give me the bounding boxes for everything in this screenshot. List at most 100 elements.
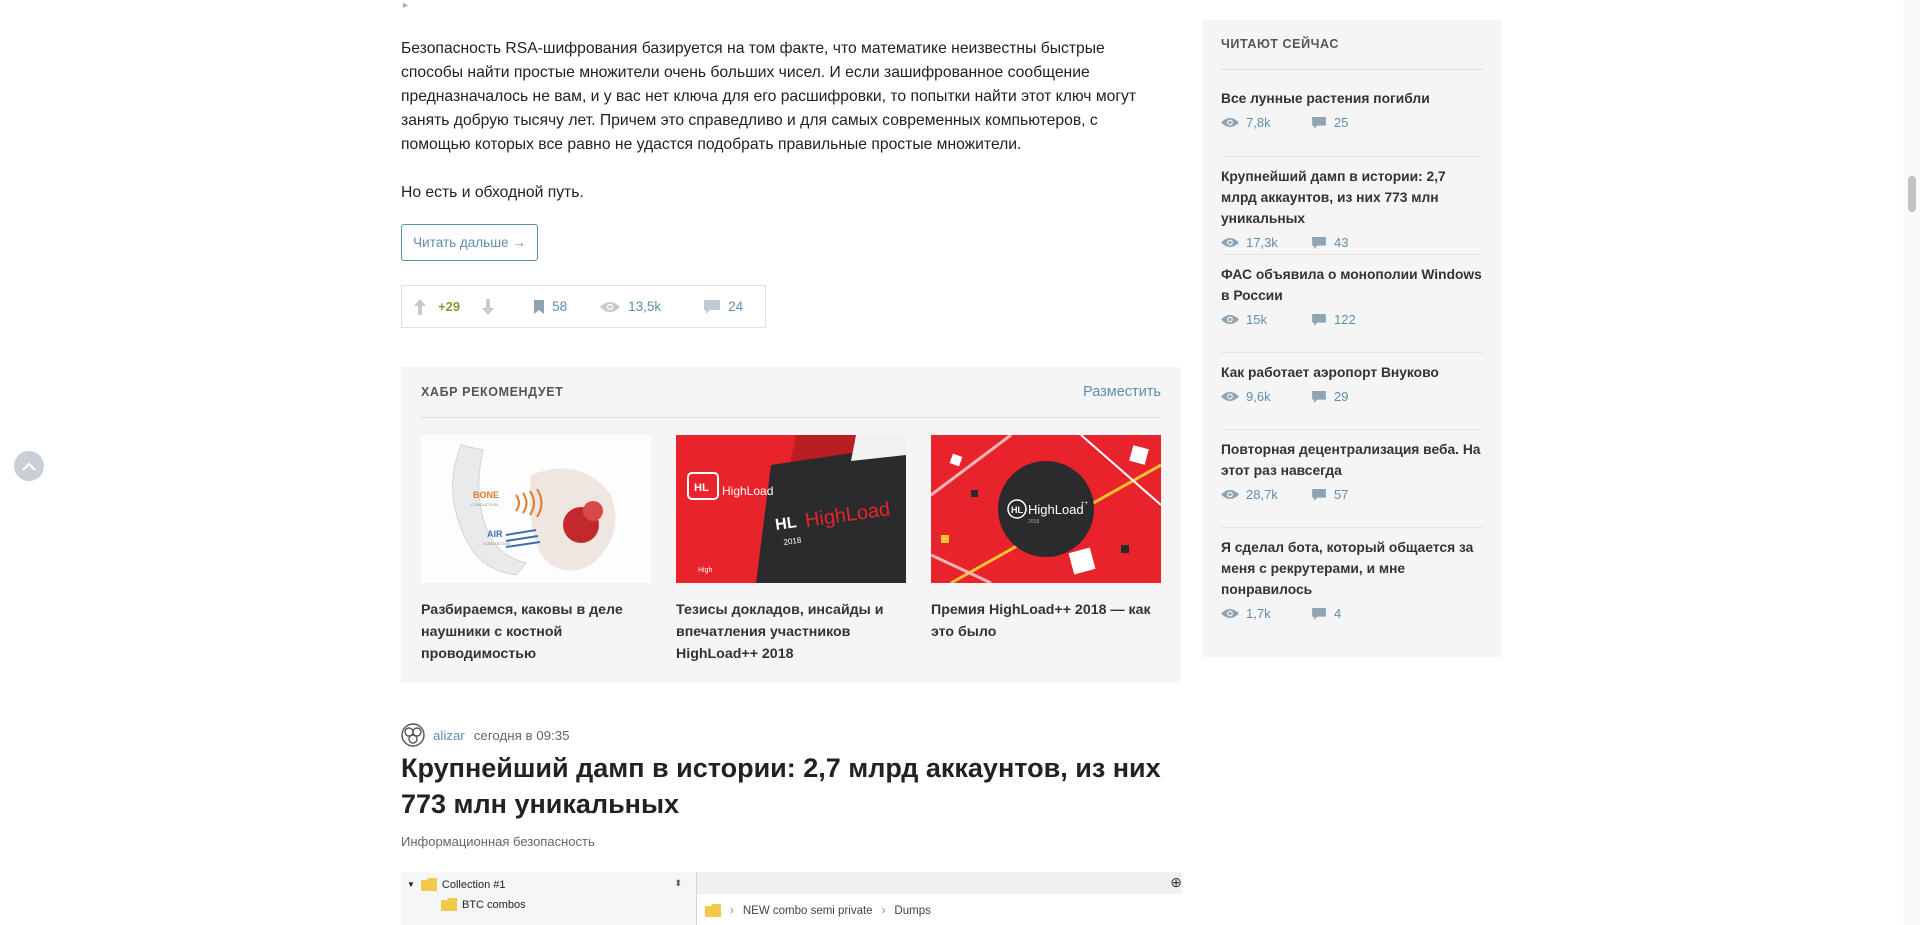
recommend-card[interactable]: HL HighLoad HL HighLoad 2018 High Тезисы…: [676, 435, 906, 665]
scrollbar-thumb[interactable]: [1908, 176, 1916, 212]
path-pane: ⊕ › NEW combo semi private › Dumps: [697, 872, 1182, 925]
sidebar-post-item[interactable]: Крупнейший дамп в истории: 2,7 млрд акка…: [1221, 166, 1483, 250]
post-paragraph: Безопасность RSA-шифрования базируется н…: [401, 40, 1137, 153]
image-caption: HighLoad: [722, 484, 773, 498]
post-author-meta: alizar сегодня в 09:35: [401, 723, 570, 747]
avatar[interactable]: [401, 723, 425, 747]
highload-logo-graphic[interactable]: HL HighLoad ++ 2018: [931, 435, 1161, 583]
post-preview-image[interactable]: ▼ Collection #1 ⬍ BTC combos ⊕ › NEW com…: [401, 872, 1182, 925]
recommend-card-title[interactable]: Разбираемся, каковы в деле наушники с ко…: [421, 599, 651, 665]
divider: [1221, 254, 1483, 255]
recommend-card[interactable]: HL HighLoad ++ 2018 Премия HighLoad++ 20…: [931, 435, 1161, 643]
bone-conduction-headphones-image[interactable]: BONE CONDUCTION AIR CONDUCTION: [421, 435, 651, 583]
recommend-card[interactable]: BONE CONDUCTION AIR CONDUCTION Разбираем…: [421, 435, 651, 665]
image-caption: CONDUCTION: [471, 502, 498, 507]
views-count: 9,6k: [1246, 389, 1271, 404]
divider: [1221, 156, 1483, 157]
sidebar-post-item[interactable]: Все лунные растения погибли 7,8k 25: [1221, 88, 1483, 130]
post-title-link[interactable]: Крупнейший дамп в истории: 2,7 млрд акка…: [401, 750, 1181, 822]
divider: [1221, 527, 1483, 528]
sidebar-post-item[interactable]: Как работает аэропорт Внуково 9,6k 29: [1221, 362, 1483, 404]
hub-link[interactable]: Информационная безопасность: [401, 834, 595, 849]
image-caption: High: [698, 567, 713, 574]
views-count: 7,8k: [1246, 115, 1271, 130]
sidebar-post-item[interactable]: Повторная децентрализация веба. На этот …: [1221, 439, 1483, 502]
sidebar-post-title[interactable]: Крупнейший дамп в истории: 2,7 млрд акка…: [1221, 166, 1483, 229]
comment-icon: [1312, 488, 1326, 501]
divider: [1221, 352, 1483, 353]
sidebar-post-title[interactable]: Я сделал бота, который общается за меня …: [1221, 537, 1483, 600]
eye-icon: [1221, 609, 1239, 618]
toolbar-strip: [697, 872, 1182, 894]
highload-stage-photo[interactable]: HL HighLoad HL HighLoad 2018 High: [676, 435, 906, 583]
eye-icon: [1221, 118, 1239, 127]
sidebar-post-meta: 15k 122: [1221, 312, 1483, 327]
breadcrumb-item: NEW combo semi private: [742, 904, 873, 917]
breadcrumb: › NEW combo semi private › Dumps: [705, 904, 931, 917]
sidebar-post-item[interactable]: ФАС объявила о монополии Windows в Росси…: [1221, 264, 1483, 327]
sidebar-post-title[interactable]: ФАС объявила о монополии Windows в Росси…: [1221, 264, 1483, 306]
sidebar-post-meta: 9,6k 29: [1221, 389, 1483, 404]
sidebar-title: ЧИТАЮТ СЕЙЧАС: [1221, 37, 1340, 51]
divider: [1221, 429, 1483, 430]
image-caption: HL: [1011, 505, 1023, 515]
tree-item-label: BTC combos: [462, 898, 526, 911]
post-time: сегодня в 09:35: [473, 727, 570, 743]
post-stats-bar: +29 58 13,5k 24: [401, 285, 766, 328]
breadcrumb-item: Dumps: [894, 904, 931, 917]
sidebar-post-title[interactable]: Все лунные растения погибли: [1221, 88, 1483, 109]
sidebar-post-item[interactable]: Я сделал бота, который общается за меня …: [1221, 537, 1483, 621]
image-caption: HL: [774, 514, 798, 534]
comments-count[interactable]: 29: [1334, 389, 1348, 404]
bookmark-icon[interactable]: [534, 286, 545, 327]
comments-count[interactable]: 24: [728, 286, 743, 327]
eye-icon: [1221, 490, 1239, 499]
comment-icon: [1312, 236, 1326, 249]
spoiler-arrow-icon[interactable]: ▸: [403, 0, 408, 11]
comment-icon[interactable]: [704, 286, 721, 327]
read-more-button[interactable]: Читать дальше →: [401, 224, 538, 261]
scrollbar[interactable]: [1903, 0, 1920, 925]
reading-now-sidebar: ЧИТАЮТ СЕЙЧАС Все лунные растения погибл…: [1202, 20, 1502, 657]
habr-recommends-block: ХАБР РЕКОМЕНДУЕТ Разместить BONE CONDUCT…: [401, 367, 1181, 683]
comments-count[interactable]: 57: [1334, 487, 1348, 502]
folder-icon: [441, 898, 457, 911]
eye-icon: [1221, 315, 1239, 324]
views-count: 28,7k: [1246, 487, 1278, 502]
vote-down-icon[interactable]: [482, 286, 495, 327]
comments-count[interactable]: 43: [1334, 235, 1348, 250]
views-count: 15k: [1246, 312, 1267, 327]
sidebar-post-meta: 28,7k 57: [1221, 487, 1483, 502]
vote-score: +29: [438, 299, 461, 314]
image-caption: 2018: [1028, 519, 1039, 525]
sidebar-post-title[interactable]: Повторная децентрализация веба. На этот …: [1221, 439, 1483, 481]
recommend-title: ХАБР РЕКОМЕНДУЕТ: [421, 385, 564, 399]
views-count: 17,3k: [1246, 235, 1278, 250]
divider: [1221, 69, 1483, 70]
folder-icon: [420, 878, 437, 891]
divider: [421, 417, 1161, 418]
sidebar-post-title[interactable]: Как работает аэропорт Внуково: [1221, 362, 1483, 383]
tree-item: BTC combos: [441, 898, 526, 911]
vote-up-icon[interactable]: [414, 286, 426, 327]
comments-count[interactable]: 122: [1334, 312, 1356, 327]
image-caption: ++: [1081, 501, 1089, 507]
recommend-card-title[interactable]: Тезисы докладов, инсайды и впечатления у…: [676, 599, 906, 665]
post-body: Безопасность RSA-шифрования базируется н…: [401, 37, 1161, 229]
sidebar-post-meta: 7,8k 25: [1221, 115, 1483, 130]
eye-icon: [1221, 392, 1239, 401]
image-caption: HL: [694, 482, 709, 494]
sidebar-post-meta: 1,7k 4: [1221, 606, 1483, 621]
author-link[interactable]: alizar: [433, 728, 465, 743]
place-ad-link[interactable]: Разместить: [1083, 384, 1161, 400]
image-caption: AIR: [487, 529, 503, 539]
comments-count[interactable]: 4: [1334, 606, 1341, 621]
chevron-right-icon: ›: [881, 904, 886, 917]
scroll-to-top-button[interactable]: [14, 451, 44, 481]
eye-icon: [1221, 238, 1239, 247]
folder-icon: [705, 904, 721, 917]
comment-icon: [1312, 116, 1326, 129]
comments-count[interactable]: 25: [1334, 115, 1348, 130]
comment-icon: [1312, 390, 1326, 403]
recommend-card-title[interactable]: Премия HighLoad++ 2018 — как это было: [931, 599, 1161, 643]
